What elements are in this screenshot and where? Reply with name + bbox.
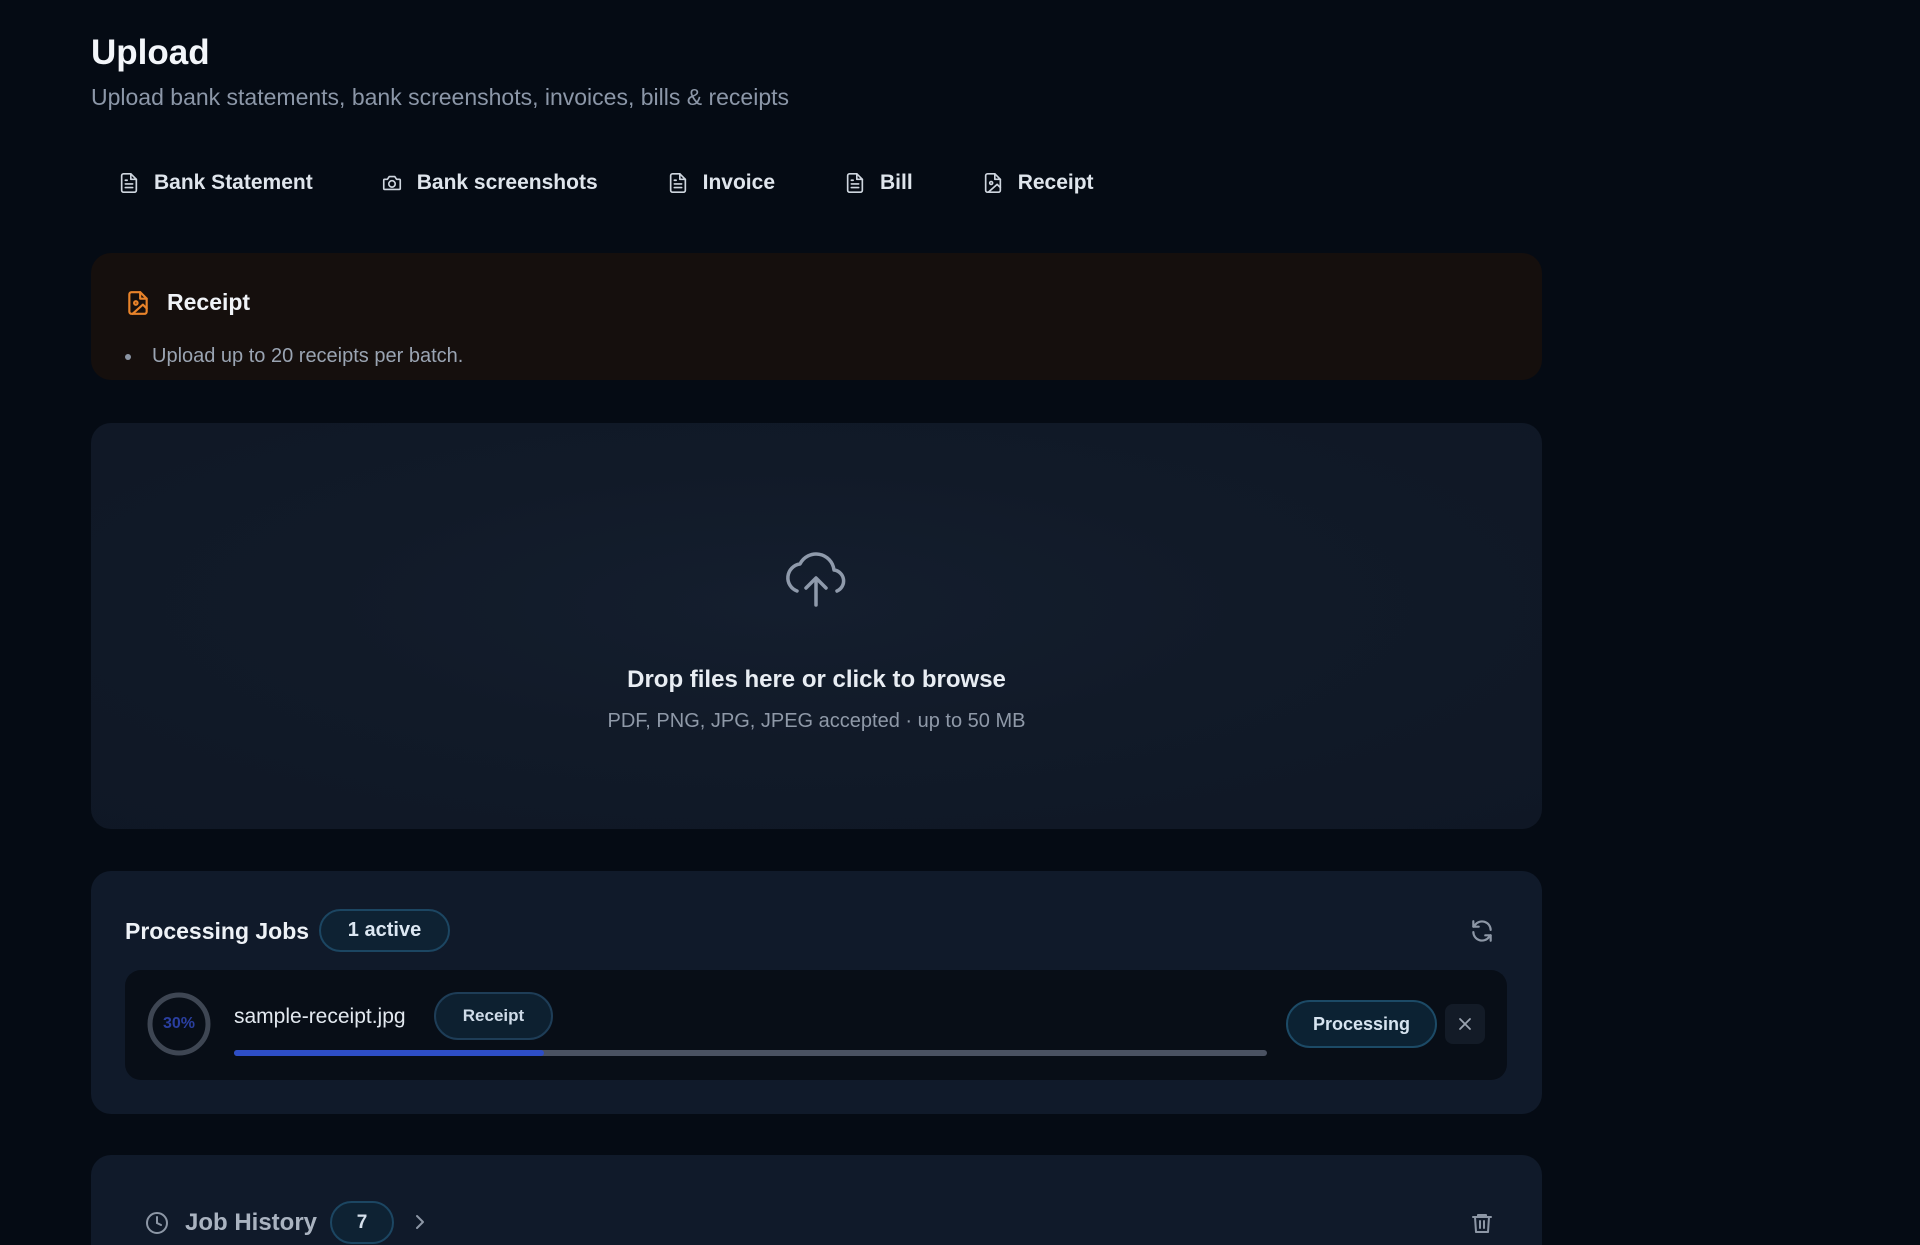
bullet-dot: [125, 353, 131, 360]
progress-percent: 30%: [162, 1015, 196, 1032]
job-history-card: Job History 7: [91, 1155, 1542, 1245]
tab-label: Bank screenshots: [416, 171, 598, 194]
tab-label: Bank Statement: [154, 171, 313, 194]
cloud-upload-icon: [786, 552, 846, 607]
camera-icon: [382, 175, 401, 191]
chevron-right-icon: [416, 1215, 424, 1229]
close-icon: [1459, 1018, 1471, 1030]
tab-label: Receipt: [1017, 171, 1094, 194]
job-type-badge: Receipt: [434, 992, 553, 1040]
dropzone-subtitle: PDF, PNG, JPG, JPEG accepted · up to 50 …: [607, 710, 1026, 732]
clock-icon: [146, 1212, 168, 1234]
processing-jobs-title: Processing Jobs: [125, 918, 310, 944]
refresh-icon[interactable]: [1469, 918, 1495, 944]
file-dropzone[interactable]: Drop files here or click to browse PDF, …: [91, 423, 1542, 829]
info-bullet: Upload up to 20 receipts per batch.: [125, 345, 463, 368]
processing-jobs-card: Processing Jobs 1 active 30% sample-rece…: [91, 871, 1542, 1114]
tab-bank-screenshots[interactable]: Bank screenshots: [381, 166, 598, 200]
job-history-title: Job History: [185, 1209, 318, 1236]
trash-icon[interactable]: [1470, 1211, 1494, 1235]
tab-label: Bill: [880, 171, 913, 194]
job-progress-fill: [234, 1050, 544, 1056]
job-file-name: sample-receipt.jpg: [234, 1005, 406, 1028]
job-history-toggle[interactable]: Job History 7: [91, 1155, 1542, 1245]
file-text-icon: [669, 173, 686, 193]
page-subtitle: Upload bank statements, bank screenshots…: [91, 84, 790, 110]
job-status-badge: Processing: [1286, 1000, 1437, 1048]
tab-bill[interactable]: Bill: [844, 166, 913, 200]
receipt-info-box: Receipt Upload up to 20 receipts per bat…: [91, 253, 1542, 380]
file-text-icon: [846, 173, 864, 193]
active-count-badge: 1 active: [319, 909, 450, 952]
file-image-icon: [128, 291, 148, 315]
cancel-job-button[interactable]: [1445, 1004, 1485, 1044]
info-bullet-text: Upload up to 20 receipts per batch.: [152, 345, 464, 367]
dropzone-title: Drop files here or click to browse: [627, 666, 1006, 693]
info-box-title: Receipt: [167, 289, 251, 315]
job-progress-bar: [234, 1050, 1267, 1056]
tab-label: Invoice: [702, 171, 776, 194]
tab-invoice[interactable]: Invoice: [667, 166, 775, 200]
job-row: 30% sample-receipt.jpg Receipt Processin…: [125, 970, 1507, 1080]
tab-receipt[interactable]: Receipt: [982, 166, 1094, 200]
page-title: Upload: [91, 33, 210, 72]
tab-bank-statement[interactable]: Bank Statement: [118, 166, 313, 200]
file-image-icon: [984, 173, 1001, 193]
job-history-count: 7: [330, 1201, 394, 1244]
file-text-icon: [120, 173, 138, 193]
document-type-tabs: Bank Statement Bank screenshots Invoice …: [91, 166, 1094, 200]
